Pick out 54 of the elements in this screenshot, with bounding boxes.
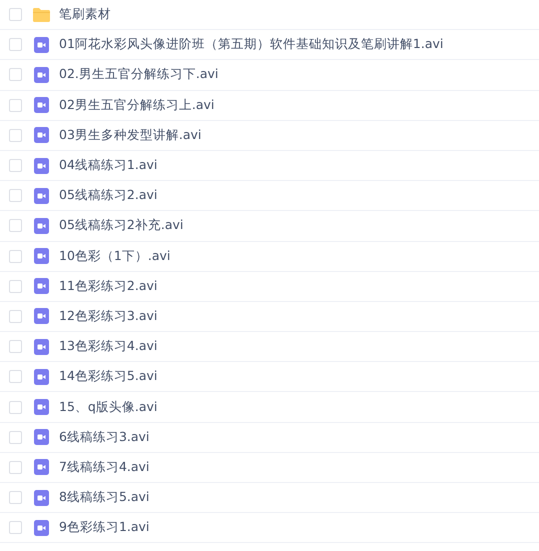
file-name[interactable]: 01阿花水彩风头像进阶班（第五期）软件基础知识及笔刷讲解1.avi (59, 36, 444, 54)
video-file-icon (34, 66, 49, 83)
checkbox[interactable] (9, 340, 22, 354)
file-name[interactable]: 10色彩（1下）.avi (59, 248, 170, 265)
file-name[interactable]: 02.男生五官分解练习下.avi (59, 66, 218, 84)
folder-icon (33, 8, 50, 22)
checkbox[interactable] (9, 68, 22, 82)
file-name[interactable]: 02男生五官分解练习上.avi (59, 96, 214, 114)
checkbox[interactable] (9, 400, 22, 414)
file-name[interactable]: 8线稿练习5.avi (59, 489, 150, 506)
video-file-icon (34, 368, 49, 385)
file-name[interactable]: 11色彩练习2.avi (59, 278, 158, 295)
checkbox[interactable] (9, 521, 22, 534)
video-file-icon (34, 158, 49, 174)
video-file-icon (34, 520, 49, 536)
video-file-icon (34, 490, 49, 506)
video-file-icon (34, 188, 49, 204)
checkbox[interactable] (9, 128, 22, 142)
video-file-icon (34, 127, 49, 144)
video-file-icon (34, 459, 49, 476)
video-file-icon (34, 218, 49, 234)
video-file-icon (34, 36, 49, 53)
video-file-icon (34, 338, 49, 355)
video-file-icon (34, 97, 49, 114)
checkbox[interactable] (9, 460, 22, 474)
video-file-icon (34, 429, 49, 446)
checkbox[interactable] (9, 250, 22, 263)
video-file-icon (34, 308, 49, 324)
file-name[interactable]: 12色彩练习3.avi (59, 308, 158, 325)
checkbox[interactable] (9, 491, 22, 504)
file-name[interactable]: 04线稿练习1.avi (59, 157, 158, 174)
video-file-icon (34, 278, 49, 294)
checkbox[interactable] (9, 98, 22, 112)
file-name[interactable]: 笔刷素材 (59, 6, 111, 24)
checkbox[interactable] (9, 219, 22, 232)
file-name[interactable]: 6线稿练习3.avi (59, 428, 150, 446)
file-name[interactable]: 03男生多种发型讲解.avi (59, 126, 202, 144)
file-name[interactable]: 14色彩练习5.avi (59, 368, 158, 386)
file-name[interactable]: 13色彩练习4.avi (59, 338, 158, 356)
file-name[interactable]: 05线稿练习2.avi (59, 187, 158, 204)
checkbox[interactable] (9, 280, 22, 293)
file-name[interactable]: 05线稿练习2补充.avi (59, 217, 184, 234)
checkbox[interactable] (9, 8, 22, 22)
checkbox[interactable] (9, 189, 22, 202)
checkbox[interactable] (9, 38, 22, 52)
video-file-icon (34, 399, 49, 416)
video-file-icon (34, 248, 49, 264)
checkbox[interactable] (9, 370, 22, 384)
checkbox[interactable] (9, 310, 22, 323)
file-name[interactable]: 7线稿练习4.avi (59, 458, 150, 476)
checkbox[interactable] (9, 430, 22, 444)
checkbox[interactable] (9, 159, 22, 172)
file-name[interactable]: 9色彩练习1.avi (59, 519, 150, 536)
file-name[interactable]: 15、q版头像.avi (59, 398, 158, 416)
